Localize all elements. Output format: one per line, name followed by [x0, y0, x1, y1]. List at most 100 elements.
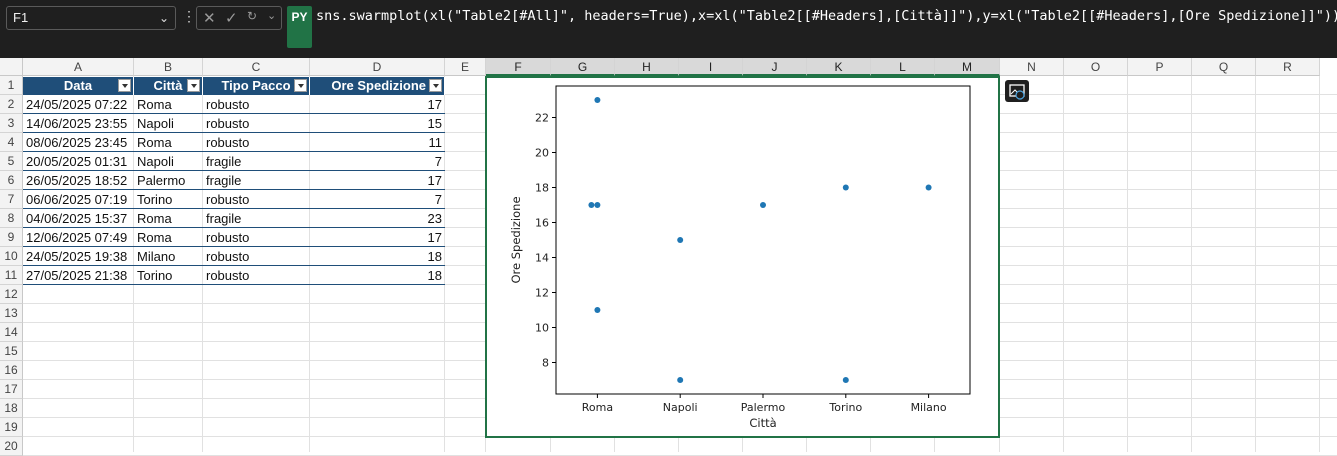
- table-cell[interactable]: Napoli: [134, 152, 203, 171]
- column-header[interactable]: K: [807, 58, 871, 76]
- table-cell[interactable]: Torino: [134, 266, 203, 285]
- table-cell[interactable]: 24/05/2025 07:22: [23, 95, 134, 114]
- filter-dropdown-icon[interactable]: [429, 79, 442, 92]
- table-cell[interactable]: 11: [310, 133, 445, 152]
- table-cell[interactable]: 12/06/2025 07:49: [23, 228, 134, 247]
- row-header[interactable]: 6: [0, 171, 23, 190]
- column-header[interactable]: I: [679, 58, 743, 76]
- row-header[interactable]: 19: [0, 418, 23, 437]
- row-header[interactable]: 12: [0, 285, 23, 304]
- row-header[interactable]: 8: [0, 209, 23, 228]
- row-header[interactable]: 1: [0, 76, 23, 95]
- table-cell[interactable]: Milano: [134, 247, 203, 266]
- table-cell[interactable]: robusto: [203, 266, 310, 285]
- python-output-icon[interactable]: ↻: [247, 9, 257, 23]
- row-header[interactable]: 15: [0, 342, 23, 361]
- row-header[interactable]: 2: [0, 95, 23, 114]
- table-cell[interactable]: robusto: [203, 228, 310, 247]
- data-point: [594, 202, 601, 208]
- table-cell[interactable]: Roma: [134, 133, 203, 152]
- y-tick-label: 8: [542, 357, 549, 370]
- row-header[interactable]: 5: [0, 152, 23, 171]
- filter-dropdown-icon[interactable]: [118, 79, 131, 92]
- table-cell[interactable]: 14/06/2025 23:55: [23, 114, 134, 133]
- table-cell[interactable]: 20/05/2025 01:31: [23, 152, 134, 171]
- table-cell[interactable]: fragile: [203, 209, 310, 228]
- table-cell[interactable]: 24/05/2025 19:38: [23, 247, 134, 266]
- column-header[interactable]: C: [203, 58, 310, 76]
- table-cell[interactable]: 26/05/2025 18:52: [23, 171, 134, 190]
- row-header[interactable]: 4: [0, 133, 23, 152]
- column-header[interactable]: A: [23, 58, 134, 76]
- table-cell[interactable]: 7: [310, 190, 445, 209]
- formula-text[interactable]: sns.swarmplot(xl("Table2[#All]", headers…: [316, 8, 1337, 24]
- row-header[interactable]: 20: [0, 437, 23, 456]
- table-cell[interactable]: Palermo: [134, 171, 203, 190]
- column-header[interactable]: Q: [1192, 58, 1256, 76]
- cancel-icon[interactable]: ✕: [203, 9, 216, 27]
- table-cell[interactable]: 27/05/2025 21:38: [23, 266, 134, 285]
- column-header[interactable]: L: [871, 58, 935, 76]
- table-cell[interactable]: 18: [310, 247, 445, 266]
- column-header[interactable]: J: [743, 58, 807, 76]
- row-header[interactable]: 9: [0, 228, 23, 247]
- row-header[interactable]: 10: [0, 247, 23, 266]
- table-cell[interactable]: Roma: [134, 228, 203, 247]
- data-point: [842, 377, 849, 383]
- table-cell[interactable]: 06/06/2025 07:19: [23, 190, 134, 209]
- row-header[interactable]: 16: [0, 361, 23, 380]
- row-header[interactable]: 3: [0, 114, 23, 133]
- column-header[interactable]: B: [134, 58, 203, 76]
- table-cell[interactable]: Roma: [134, 209, 203, 228]
- table-cell[interactable]: Roma: [134, 95, 203, 114]
- column-header[interactable]: N: [1000, 58, 1064, 76]
- column-header[interactable]: G: [551, 58, 615, 76]
- table-cell[interactable]: fragile: [203, 152, 310, 171]
- table-cell[interactable]: robusto: [203, 95, 310, 114]
- table-cell[interactable]: robusto: [203, 190, 310, 209]
- x-tick-label: Milano: [911, 401, 947, 414]
- column-header[interactable]: M: [935, 58, 1000, 76]
- table-cell[interactable]: 08/06/2025 23:45: [23, 133, 134, 152]
- table-cell[interactable]: 23: [310, 209, 445, 228]
- table-cell[interactable]: 04/06/2025 15:37: [23, 209, 134, 228]
- data-point: [677, 237, 684, 243]
- chevron-down-icon[interactable]: ⌄: [267, 9, 276, 22]
- enter-icon[interactable]: ✓: [225, 9, 238, 27]
- image-options-icon[interactable]: [1005, 80, 1029, 102]
- row-header[interactable]: 17: [0, 380, 23, 399]
- column-header[interactable]: H: [615, 58, 679, 76]
- more-icon[interactable]: ⋮: [182, 8, 196, 25]
- table-cell[interactable]: fragile: [203, 171, 310, 190]
- y-tick-label: 10: [535, 322, 549, 335]
- table-cell[interactable]: 7: [310, 152, 445, 171]
- column-header[interactable]: E: [445, 58, 486, 76]
- column-header[interactable]: D: [310, 58, 445, 76]
- table-cell[interactable]: 17: [310, 171, 445, 190]
- row-header[interactable]: 18: [0, 399, 23, 418]
- column-header[interactable]: F: [486, 58, 551, 76]
- row-header[interactable]: 13: [0, 304, 23, 323]
- table-cell[interactable]: robusto: [203, 114, 310, 133]
- chevron-down-icon[interactable]: ⌄: [159, 7, 169, 29]
- table-cell[interactable]: robusto: [203, 133, 310, 152]
- table-cell[interactable]: 18: [310, 266, 445, 285]
- filter-dropdown-icon[interactable]: [187, 79, 200, 92]
- table-cell[interactable]: robusto: [203, 247, 310, 266]
- table-cell[interactable]: Napoli: [134, 114, 203, 133]
- name-box[interactable]: F1 ⌄: [6, 6, 176, 30]
- column-header[interactable]: R: [1256, 58, 1320, 76]
- table-cell[interactable]: 15: [310, 114, 445, 133]
- row-header[interactable]: 7: [0, 190, 23, 209]
- table-cell[interactable]: 17: [310, 228, 445, 247]
- column-header[interactable]: O: [1064, 58, 1128, 76]
- data-point: [594, 97, 601, 103]
- row-header[interactable]: 11: [0, 266, 23, 285]
- select-all-corner[interactable]: [0, 58, 23, 76]
- row-header[interactable]: 14: [0, 323, 23, 342]
- table-cell[interactable]: Torino: [134, 190, 203, 209]
- column-header[interactable]: P: [1128, 58, 1192, 76]
- filter-dropdown-icon[interactable]: [294, 79, 307, 92]
- table-cell[interactable]: 17: [310, 95, 445, 114]
- python-chart[interactable]: 8 10 12 14 16 18 20 22 Roma Napoli Palermo Torino Mi…: [485, 76, 1000, 438]
